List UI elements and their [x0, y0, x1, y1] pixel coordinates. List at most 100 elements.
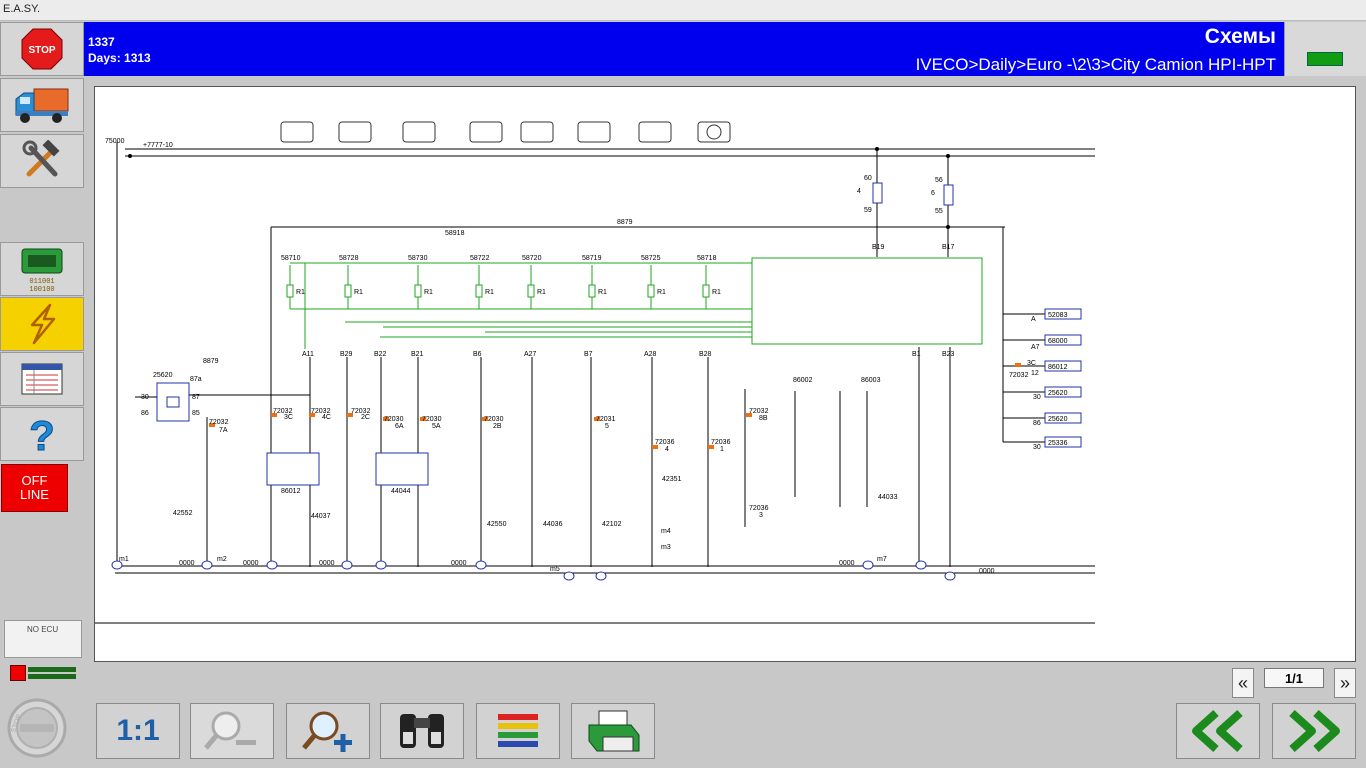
svg-text:86002: 86002	[793, 377, 813, 384]
schematic-canvas[interactable]: 75000 +7777-10 58918 8879 8879 60 4 59 5…	[94, 86, 1356, 662]
header-info: 1337 Days: 1313	[88, 34, 151, 66]
svg-text:A: A	[1031, 316, 1036, 323]
svg-text:72030: 72030	[422, 416, 442, 423]
svg-text:87: 87	[192, 394, 200, 401]
svg-text:58725: 58725	[641, 255, 661, 262]
double-arrow-left-icon	[1192, 710, 1243, 752]
svg-text:86012: 86012	[1048, 364, 1068, 371]
svg-text:60: 60	[864, 175, 872, 182]
svg-text:72036: 72036	[749, 505, 769, 512]
svg-text:86003: 86003	[861, 377, 881, 384]
stop-button[interactable]: STOP	[0, 22, 84, 76]
zoom-in-button[interactable]	[286, 703, 370, 759]
svg-text:86012: 86012	[281, 488, 301, 495]
svg-text:87a: 87a	[190, 376, 202, 383]
svg-text:25336: 25336	[1048, 440, 1068, 447]
stop-icon: STOP	[21, 28, 63, 70]
prev-page-button[interactable]: «	[1232, 668, 1254, 698]
signal-bar-indicator-2	[28, 674, 76, 679]
label-rail: +7777-10	[143, 142, 173, 149]
svg-text:R1: R1	[424, 289, 433, 296]
svg-text:59: 59	[864, 207, 872, 214]
svg-text:25620: 25620	[1048, 416, 1068, 423]
svg-text:42102: 42102	[602, 521, 622, 528]
signal-bar-indicator	[28, 667, 76, 672]
double-arrow-right-icon	[1289, 710, 1340, 752]
forward-button[interactable]	[1272, 703, 1356, 759]
svg-text:4C: 4C	[322, 414, 331, 421]
svg-text:55: 55	[935, 208, 943, 215]
label-8879: 8879	[617, 219, 633, 226]
disabled-stop-button[interactable]: STOP	[4, 696, 70, 760]
zoom-out-button[interactable]	[190, 703, 274, 759]
connection-indicator	[1307, 52, 1343, 66]
lightning-icon	[30, 303, 56, 345]
svg-text:42552: 42552	[173, 510, 193, 517]
offline-status: OFF LINE	[1, 464, 68, 512]
next-page-button[interactable]: »	[1334, 668, 1356, 698]
search-button[interactable]	[380, 703, 464, 759]
vehicle-breadcrumb: IVECO>Daily>Euro -\2\3>City Camion HPI-H…	[915, 55, 1276, 74]
svg-text:86: 86	[1033, 420, 1041, 427]
print-button[interactable]	[571, 703, 655, 759]
svg-text:30: 30	[1033, 394, 1041, 401]
svg-text:0000: 0000	[179, 560, 195, 567]
back-button[interactable]	[1176, 703, 1260, 759]
svg-text:m1: m1	[119, 556, 129, 563]
svg-text:72030: 72030	[484, 416, 504, 423]
label-58918: 58918	[445, 230, 465, 237]
svg-text:B6: B6	[473, 351, 482, 358]
svg-text:m7: m7	[877, 556, 887, 563]
svg-text:30: 30	[1033, 444, 1041, 451]
svg-text:5A: 5A	[432, 423, 441, 430]
svg-text:58722: 58722	[470, 255, 490, 262]
svg-text:8B: 8B	[759, 415, 768, 422]
svg-text:6: 6	[931, 190, 935, 197]
tools-button[interactable]	[0, 134, 84, 188]
session-code: 1337	[88, 35, 115, 49]
zoom-reset-button[interactable]: 1:1	[96, 703, 180, 759]
svg-text:B21: B21	[411, 351, 424, 358]
truck-icon	[15, 88, 69, 123]
label-75000: 75000	[105, 138, 125, 145]
color-legend-button[interactable]	[476, 703, 560, 759]
svg-text:72036: 72036	[655, 439, 675, 446]
svg-text:3C: 3C	[1027, 360, 1036, 367]
svg-text:4: 4	[665, 446, 669, 453]
svg-text:4: 4	[857, 188, 861, 195]
svg-text:6A: 6A	[395, 423, 404, 430]
svg-text:0000: 0000	[243, 560, 259, 567]
svg-text:0000: 0000	[319, 560, 335, 567]
svg-text:A7: A7	[1031, 344, 1040, 351]
binoculars-icon	[400, 714, 444, 748]
zoom-out-icon	[204, 711, 256, 750]
svg-text:R1: R1	[296, 289, 305, 296]
report-button[interactable]	[0, 352, 84, 406]
svg-text:m3: m3	[661, 544, 671, 551]
svg-text:72036: 72036	[711, 439, 731, 446]
svg-text:12: 12	[1031, 370, 1039, 377]
svg-text:B29: B29	[340, 351, 353, 358]
svg-text:58710: 58710	[281, 255, 301, 262]
ecu-status-label: NO ECU	[27, 625, 59, 634]
svg-text:72030: 72030	[384, 416, 404, 423]
svg-text:R1: R1	[598, 289, 607, 296]
svg-text:44044: 44044	[391, 488, 411, 495]
svg-text:44033: 44033	[878, 494, 898, 501]
svg-text:72032: 72032	[209, 419, 229, 426]
tools-icon	[22, 140, 60, 177]
link-label: 8879	[203, 358, 219, 365]
electrical-schemes-button[interactable]	[0, 297, 84, 351]
disabled-stop-icon: STOP	[7, 698, 67, 758]
question-icon: ?	[29, 412, 56, 456]
svg-text:3C: 3C	[284, 414, 293, 421]
help-button[interactable]: ?	[0, 407, 84, 461]
svg-text:58728: 58728	[339, 255, 359, 262]
component-icons-row	[280, 121, 731, 143]
ecu-data-button[interactable]: 011001 100100	[0, 242, 84, 296]
svg-text:0000: 0000	[451, 560, 467, 567]
offline-label: OFF LINE	[20, 473, 49, 502]
vehicle-button[interactable]	[0, 78, 84, 132]
svg-text:R1: R1	[354, 289, 363, 296]
header-bar: 1337 Days: 1313 Схемы IVECO>Daily>Euro -…	[84, 22, 1284, 76]
